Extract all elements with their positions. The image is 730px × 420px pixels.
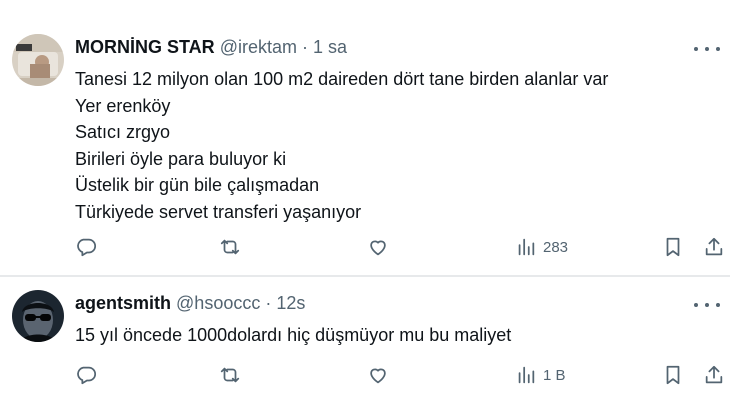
tweet-text-line: Üstelik bir gün bile çalışmadan — [75, 175, 320, 196]
reply-bubble-icon — [77, 238, 97, 257]
reply-button[interactable] — [75, 234, 97, 260]
share-upload-icon — [705, 365, 723, 384]
heart-icon — [370, 368, 386, 384]
reply-button[interactable] — [75, 362, 97, 388]
tweet-text-line: Satıcı zrgyo — [75, 122, 171, 143]
bookmark-button[interactable] — [662, 234, 684, 260]
share-upload-icon — [705, 237, 723, 256]
like-button[interactable] — [367, 362, 389, 388]
retweet-arrows-icon — [220, 367, 240, 383]
separator-dot: · — [302, 37, 308, 57]
tweet-text: 15 yıl öncede 1000dolardı hiç düşmüyor m… — [75, 322, 511, 349]
bar-chart-icon — [518, 238, 535, 256]
timestamp[interactable]: 1 sa — [313, 37, 347, 57]
retweet-button[interactable] — [219, 234, 241, 260]
tweet-header: agentsmith @hsooccc · 12s — [75, 293, 305, 314]
avatar[interactable] — [12, 290, 64, 342]
reply-bubble-icon — [77, 366, 97, 385]
share-button[interactable] — [703, 234, 725, 260]
avatar-image — [12, 34, 64, 86]
more-dots-icon[interactable] — [694, 295, 720, 315]
tweet-actions: 1 B — [0, 362, 730, 388]
tweet-text-line: Tanesi 12 milyon olan 100 m2 daireden dö… — [75, 69, 609, 89]
separator-dot: · — [265, 293, 272, 313]
tweet-header: MORNİNG STAR @irektam · 1 sa — [75, 37, 347, 58]
share-button[interactable] — [703, 362, 725, 388]
avatar[interactable] — [12, 34, 64, 86]
views-count: 283 — [543, 238, 569, 256]
display-name[interactable]: MORNİNG STAR — [75, 37, 215, 57]
tweet-actions: 283 — [0, 234, 730, 260]
tweet-text-line: Yer erenköy — [75, 95, 171, 116]
user-handle[interactable]: @hsooccc — [176, 293, 260, 313]
tweet-text-line: Türkiyede servet transferi yaşanıyor — [75, 201, 362, 222]
bar-chart-icon — [518, 366, 535, 384]
retweet-button[interactable] — [219, 362, 241, 388]
user-handle[interactable]: @irektam — [220, 37, 297, 57]
tweet-text-line: Birileri öyle para buluyor ki — [75, 148, 287, 169]
tweet-text: Tanesi 12 milyon olan 100 m2 daireden dö… — [75, 66, 608, 226]
timestamp[interactable]: 12s — [276, 293, 305, 313]
retweet-arrows-icon — [220, 239, 240, 255]
heart-icon — [370, 240, 386, 256]
views-count: 1 B — [543, 366, 566, 384]
more-dots-icon[interactable] — [694, 39, 720, 59]
bookmark-icon — [666, 237, 680, 257]
avatar-image — [12, 290, 64, 342]
tweet-text-line: 15 yıl öncede 1000dolardı hiç düşmüyor m… — [75, 325, 512, 345]
bookmark-icon — [666, 365, 680, 385]
views-button[interactable]: 283 — [515, 234, 568, 260]
views-button[interactable]: 1 B — [515, 362, 566, 388]
bookmark-button[interactable] — [662, 362, 684, 388]
display-name[interactable]: agentsmith — [75, 293, 171, 313]
like-button[interactable] — [367, 234, 389, 260]
